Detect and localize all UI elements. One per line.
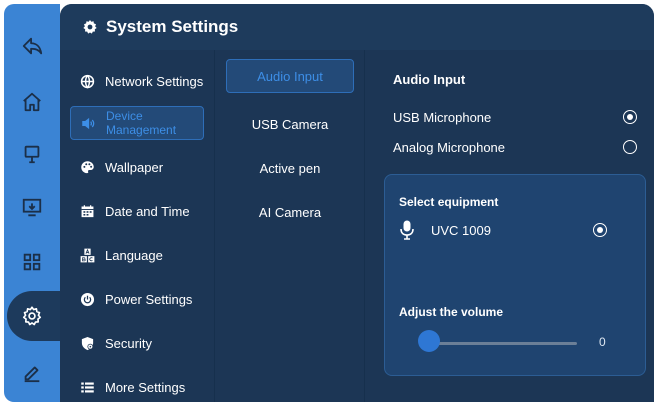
home-button[interactable] xyxy=(4,74,60,130)
menu-item-label: Device Management xyxy=(106,109,177,137)
settings-button[interactable] xyxy=(4,288,65,344)
menu-item-label: Language xyxy=(105,247,163,263)
speaker-icon xyxy=(82,117,95,129)
menu-item-label: More Settings xyxy=(105,379,186,395)
option-usb-microphone[interactable]: USB Microphone xyxy=(393,107,637,127)
radio-usb-microphone[interactable] xyxy=(623,110,637,124)
volume-slider-track[interactable] xyxy=(429,342,577,345)
option-label: USB Microphone xyxy=(393,109,492,125)
audio-input-pane: Audio Input USB Microphone Analog Microp… xyxy=(366,50,654,402)
option-analog-microphone[interactable]: Analog Microphone xyxy=(393,137,637,157)
menu-item-network-settings[interactable]: Network Settings xyxy=(70,64,204,98)
gear-icon xyxy=(22,306,42,326)
pen-icon xyxy=(24,366,40,383)
menu-item-power-settings[interactable]: Power Settings xyxy=(70,282,204,316)
equipment-card: Select equipment UVC 1009 Adjust the vol… xyxy=(384,174,646,376)
tab-audio-input[interactable]: Audio Input xyxy=(226,59,354,93)
shield-icon xyxy=(81,336,94,350)
menu-item-device-management[interactable]: Device Management xyxy=(70,106,204,140)
menu-item-more-settings[interactable]: More Settings xyxy=(70,370,204,402)
home-icon xyxy=(23,92,41,112)
globe-icon xyxy=(80,74,95,89)
menu-item-label: Network Settings xyxy=(105,73,204,89)
calendar-icon xyxy=(81,204,94,217)
radio-device[interactable] xyxy=(593,223,607,237)
whiteboard-icon xyxy=(24,145,40,164)
list-icon xyxy=(81,382,94,392)
back-button[interactable] xyxy=(4,18,60,74)
annotate-button[interactable] xyxy=(4,344,60,400)
menu-item-label: Power Settings xyxy=(105,291,193,307)
microphone-icon xyxy=(400,220,414,240)
select-equipment-heading: Select equipment xyxy=(399,195,499,209)
panel-header: System Settings xyxy=(60,4,654,50)
settings-menu: Network Settings Device Management Wallp… xyxy=(60,54,212,402)
whiteboard-button[interactable] xyxy=(4,126,60,182)
side-dock xyxy=(4,4,65,402)
volume-slider-handle[interactable] xyxy=(418,330,440,352)
menu-item-label: Security xyxy=(105,335,152,351)
device-submenu: Audio Input USB Camera Active pen AI Cam… xyxy=(218,54,364,402)
screen-share-button[interactable] xyxy=(4,180,60,236)
radio-analog-microphone[interactable] xyxy=(623,140,637,154)
tab-active-pen[interactable]: Active pen xyxy=(226,151,354,185)
page-title: System Settings xyxy=(106,17,239,36)
device-row-uvc-1009[interactable]: UVC 1009 xyxy=(399,219,607,241)
settings-gear-icon xyxy=(83,20,97,34)
menu-item-label: Wallpaper xyxy=(105,159,164,175)
volume-value: 0 xyxy=(599,335,606,349)
apps-button[interactable] xyxy=(4,234,60,290)
menu-item-security[interactable]: Security xyxy=(70,326,204,360)
tab-ai-camera[interactable]: AI Camera xyxy=(226,195,354,229)
menu-item-language[interactable]: Language xyxy=(70,238,204,272)
screen-share-icon xyxy=(22,198,42,217)
option-label: Analog Microphone xyxy=(393,139,506,155)
settings-panel: System Settings Network Settings Device … xyxy=(60,4,654,402)
power-icon xyxy=(80,292,95,306)
menu-item-wallpaper[interactable]: Wallpaper xyxy=(70,150,204,184)
menu-divider xyxy=(214,50,215,402)
palette-icon xyxy=(81,160,94,173)
menu-item-label: Date and Time xyxy=(105,203,190,219)
tab-usb-camera[interactable]: USB Camera xyxy=(226,107,354,141)
menu-item-date-and-time[interactable]: Date and Time xyxy=(70,194,204,228)
apps-grid-icon xyxy=(23,253,41,271)
language-icon xyxy=(80,248,95,262)
submenu-divider xyxy=(364,50,365,402)
section-heading: Audio Input xyxy=(393,72,466,87)
adjust-volume-heading: Adjust the volume xyxy=(399,305,504,319)
device-name: UVC 1009 xyxy=(431,222,491,238)
back-icon xyxy=(22,37,43,55)
